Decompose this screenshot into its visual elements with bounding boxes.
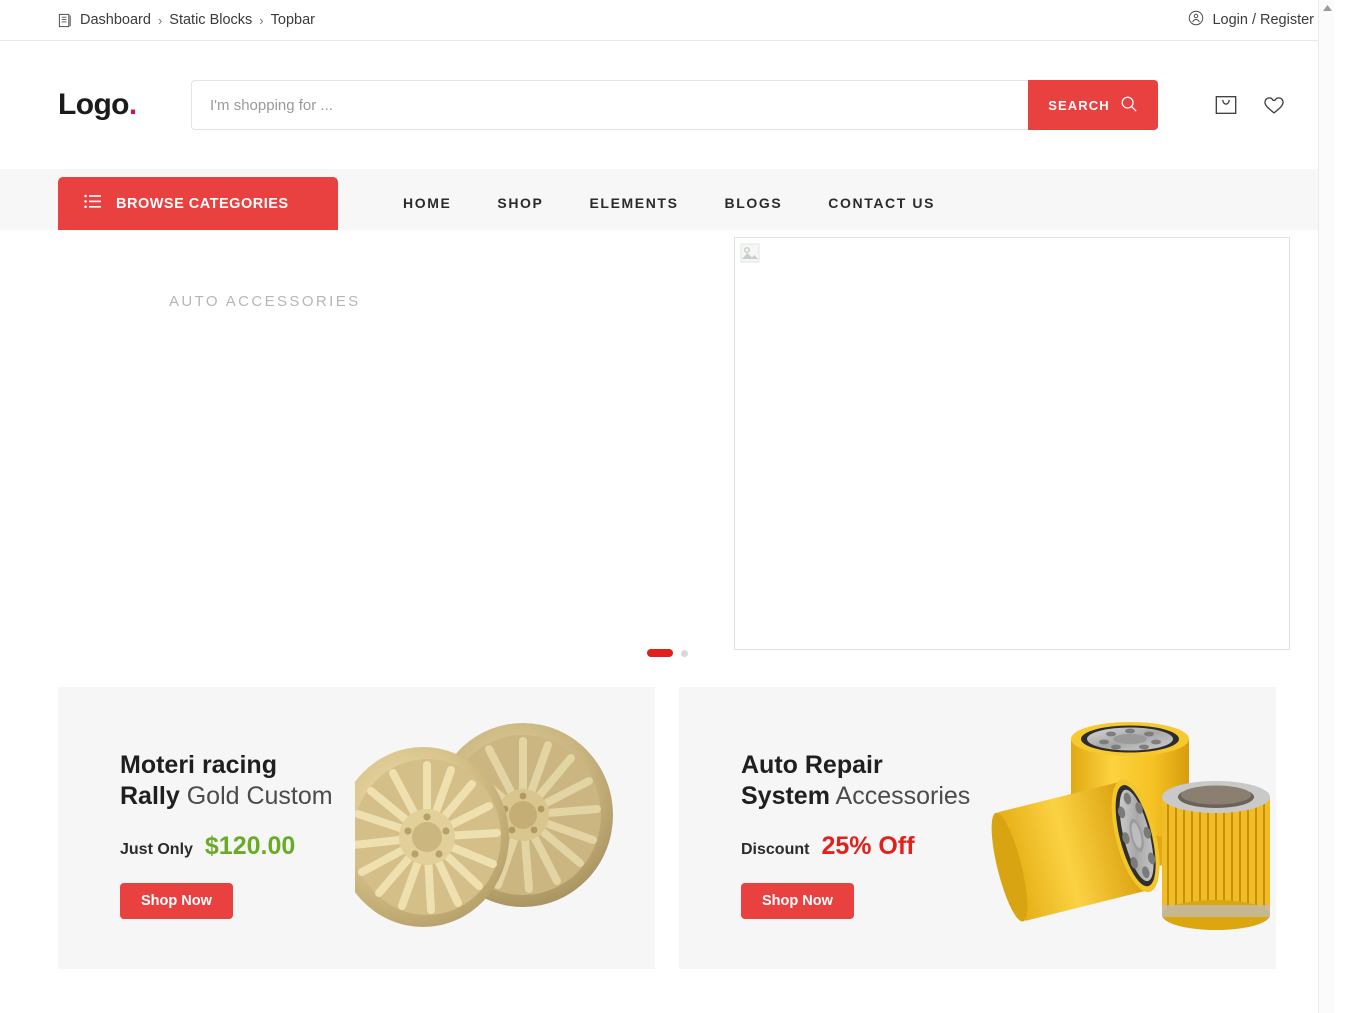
broken-image-icon <box>740 243 760 263</box>
scroll-up-arrow-icon[interactable] <box>1319 0 1334 17</box>
list-menu-icon <box>84 194 102 213</box>
promo-title-line1: Moteri racing <box>120 751 277 779</box>
hero-slide-image[interactable] <box>734 237 1290 650</box>
logo-text: Logo <box>58 88 130 121</box>
search-icon <box>1120 95 1138 116</box>
vertical-scrollbar[interactable] <box>1318 0 1334 1013</box>
shop-now-button[interactable]: Shop Now <box>120 883 233 919</box>
promo-content: Auto Repair System Accessories Discount … <box>679 687 1276 919</box>
search-input[interactable] <box>191 80 1028 130</box>
login-register-link[interactable]: Login / Register <box>1188 10 1314 30</box>
nav-item-blogs[interactable]: BLOGS <box>702 177 806 230</box>
search-bar: SEARCH <box>191 80 1158 130</box>
login-register-label: Login / Register <box>1212 12 1314 28</box>
promo-title-line2-light: Accessories <box>835 782 971 810</box>
browse-categories-button[interactable]: BROWSE CATEGORIES <box>58 177 338 230</box>
shop-now-button[interactable]: Shop Now <box>741 883 854 919</box>
header-actions <box>1214 93 1314 117</box>
promo-title-line2-bold: System <box>741 782 830 810</box>
logo-dot: . <box>128 88 137 121</box>
cart-icon[interactable] <box>1214 93 1238 117</box>
breadcrumb-item-topbar[interactable]: Topbar <box>271 12 315 28</box>
nav-item-elements[interactable]: ELEMENTS <box>566 177 701 230</box>
slider-dot-1[interactable] <box>647 649 673 657</box>
promo-price-label: Just Only <box>120 841 193 858</box>
promo-content: Moteri racing Rally Gold Custom Just Onl… <box>58 687 655 919</box>
promo-price-row: Discount 25% Off <box>741 832 1276 861</box>
promo-title: Auto Repair System Accessories <box>741 750 1276 812</box>
topbar: Dashboard › Static Blocks › Topbar Login… <box>0 0 1334 41</box>
promo-banners: Moteri racing Rally Gold Custom Just Onl… <box>0 687 1334 969</box>
browse-categories-label: BROWSE CATEGORIES <box>116 195 289 212</box>
promo-price-label: Discount <box>741 841 810 858</box>
hero-slider: AUTO ACCESSORIES <box>0 230 1334 687</box>
search-button[interactable]: SEARCH <box>1028 80 1158 130</box>
promo-title: Moteri racing Rally Gold Custom <box>120 750 655 812</box>
search-button-label: SEARCH <box>1048 97 1110 113</box>
block-icon <box>58 13 73 28</box>
breadcrumb-item-static-blocks[interactable]: Static Blocks <box>169 12 252 28</box>
breadcrumb-separator: › <box>259 12 264 28</box>
wishlist-heart-icon[interactable] <box>1262 93 1286 117</box>
promo-card-filters[interactable]: Auto Repair System Accessories Discount … <box>679 687 1276 969</box>
promo-title-line2-bold: Rally <box>120 782 180 810</box>
nav-item-shop[interactable]: SHOP <box>474 177 566 230</box>
breadcrumb-item-dashboard[interactable]: Dashboard <box>80 12 151 28</box>
page-root: Dashboard › Static Blocks › Topbar Login… <box>0 0 1334 1013</box>
nav-item-contact-us[interactable]: CONTACT US <box>805 177 958 230</box>
nav-links: HOME SHOP ELEMENTS BLOGS CONTACT US <box>380 177 958 230</box>
promo-title-line1: Auto Repair <box>741 751 883 779</box>
nav-item-home[interactable]: HOME <box>380 177 474 230</box>
hero-caption: AUTO ACCESSORIES <box>169 293 361 310</box>
promo-title-line2-light: Gold Custom <box>186 782 333 810</box>
site-header: Logo. SEARCH <box>0 41 1334 169</box>
promo-price-value: 25% Off <box>821 832 915 860</box>
promo-price-value: $120.00 <box>204 832 296 860</box>
promo-card-wheels[interactable]: Moteri racing Rally Gold Custom Just Onl… <box>58 687 655 969</box>
breadcrumb-separator: › <box>157 12 163 28</box>
slider-dot-2[interactable] <box>681 649 688 657</box>
user-circle-icon <box>1188 10 1204 30</box>
site-logo[interactable]: Logo. <box>58 88 191 122</box>
breadcrumb: Dashboard › Static Blocks › Topbar <box>58 12 315 28</box>
slider-dots <box>647 649 688 657</box>
main-navigation: BROWSE CATEGORIES HOME SHOP ELEMENTS BLO… <box>0 169 1334 230</box>
promo-price-row: Just Only $120.00 <box>120 832 655 861</box>
